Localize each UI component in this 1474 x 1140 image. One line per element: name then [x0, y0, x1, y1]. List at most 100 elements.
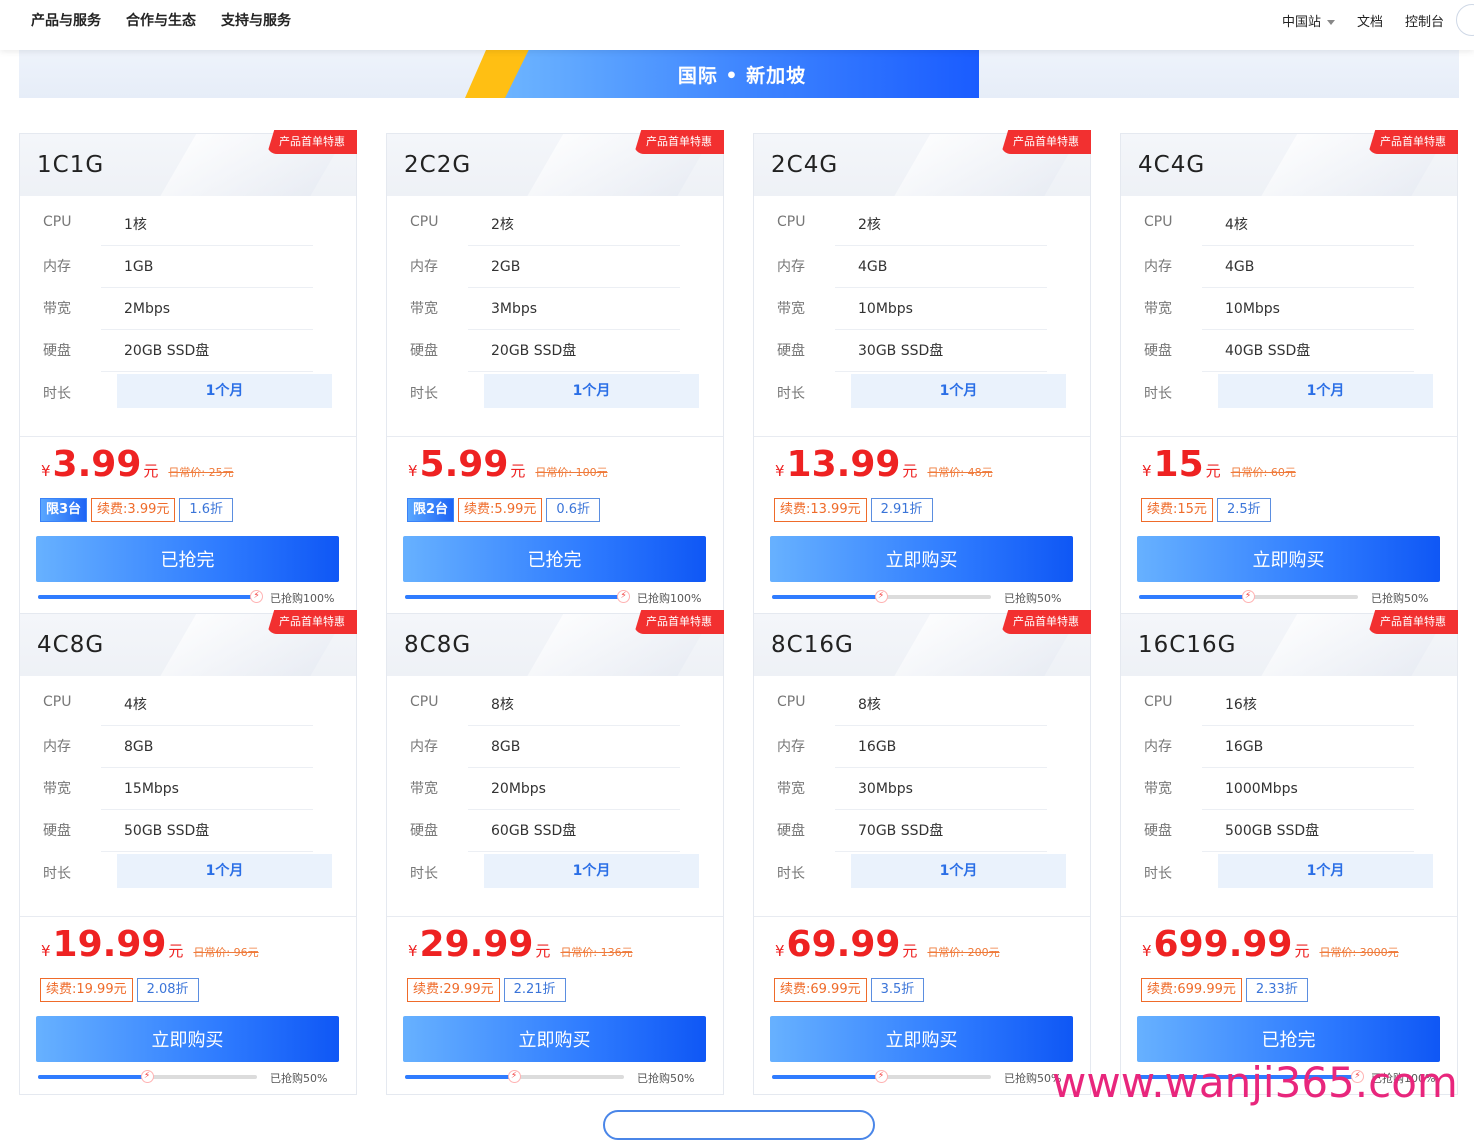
currency-symbol: ¥	[408, 942, 418, 960]
price: ¥699.99 元日常价: 3000元	[1142, 924, 1399, 968]
spec-row-duration: 时长 1个月	[410, 374, 700, 416]
sales-progress-bar: ⚡	[38, 590, 263, 603]
price: ¥29.99 元日常价: 136元	[408, 924, 633, 968]
spec-label: CPU	[43, 694, 72, 710]
price-value: 29.99	[419, 924, 534, 965]
spec-label: 时长	[43, 386, 71, 402]
spec-row-duration: 时长 1个月	[43, 374, 333, 416]
spec-label: 时长	[410, 866, 438, 882]
spec-row-cpu: CPU 2核	[410, 204, 700, 246]
price-unit: 元	[535, 942, 551, 960]
region-tab-singapore[interactable]: 国际 • 新加坡	[505, 50, 979, 98]
buy-button[interactable]: 已抢完	[1137, 1016, 1440, 1062]
buy-button[interactable]: 立即购买	[36, 1016, 339, 1062]
spec-value: 4核	[1202, 204, 1414, 246]
duration-option[interactable]: 1个月	[851, 374, 1066, 408]
discount-tag: 0.6折	[546, 498, 601, 522]
tag-row: 续费:15元 2.5折	[1141, 498, 1271, 522]
console-link[interactable]: 控制台	[1405, 11, 1444, 30]
buy-button[interactable]: 立即购买	[770, 1016, 1073, 1062]
spec-label: 内存	[410, 259, 438, 275]
spec-value: 2GB	[468, 246, 680, 288]
tag-row: 续费:699.99元 2.33折	[1141, 978, 1308, 1002]
currency-symbol: ¥	[41, 942, 51, 960]
spec-row-memory: 内存 8GB	[43, 726, 333, 768]
renewal-tag: 续费:699.99元	[1141, 978, 1242, 1002]
spec-label: 硬盘	[1144, 823, 1172, 839]
divider	[20, 916, 356, 917]
nav-support[interactable]: 支持与服务	[221, 10, 291, 30]
price-unit: 元	[902, 462, 918, 480]
spec-label: 时长	[1144, 866, 1172, 882]
discount-tag: 1.6折	[179, 498, 234, 522]
original-price: 日常价: 200元	[927, 946, 1000, 959]
sales-progress-bar: ⚡	[772, 1070, 991, 1083]
buy-button[interactable]: 已抢完	[403, 536, 706, 582]
spec-value: 50GB SSD盘	[101, 810, 313, 852]
buy-button[interactable]: 立即购买	[403, 1016, 706, 1062]
divider	[1121, 916, 1457, 917]
limit-tag: 限2台	[407, 498, 455, 522]
spec-label: 带宽	[410, 781, 438, 797]
duration-option[interactable]: 1个月	[484, 854, 699, 888]
divider	[387, 436, 723, 437]
spec-value: 1GB	[101, 246, 313, 288]
buy-button[interactable]: 立即购买	[770, 536, 1073, 582]
buy-button[interactable]: 已抢完	[36, 536, 339, 582]
utility-nav: 中国站 文档 控制台	[1282, 0, 1444, 40]
lightning-icon: ⚡	[874, 1070, 888, 1083]
spec-label: 硬盘	[1144, 343, 1172, 359]
user-avatar[interactable]	[1456, 4, 1474, 36]
tag-row: 限3台 续费:3.99元 1.6折	[40, 498, 234, 522]
more-button[interactable]	[603, 1110, 875, 1140]
renewal-tag: 续费:19.99元	[40, 978, 133, 1002]
spec-value: 8GB	[101, 726, 313, 768]
duration-option[interactable]: 1个月	[851, 854, 1066, 888]
price-unit: 元	[168, 942, 184, 960]
nav-products[interactable]: 产品与服务	[31, 10, 101, 30]
first-order-badge: 产品首单特惠	[634, 130, 724, 154]
duration-option[interactable]: 1个月	[1218, 854, 1433, 888]
lightning-icon: ⚡	[617, 590, 630, 603]
duration-option[interactable]: 1个月	[117, 374, 332, 408]
price: ¥19.99 元日常价: 96元	[41, 924, 259, 968]
product-card: 16C16G 产品首单特惠 CPU 16核 内存 16GB 带宽 1000Mbps 硬盘 500G…	[1120, 610, 1458, 1095]
duration-option[interactable]: 1个月	[117, 854, 332, 888]
spec-row-disk: 硬盘 40GB SSD盘	[1144, 330, 1434, 372]
spec-row-duration: 时长 1个月	[410, 854, 700, 896]
spec-label: CPU	[43, 214, 72, 230]
spec-value: 60GB SSD盘	[468, 810, 680, 852]
product-card: 2C2G 产品首单特惠 CPU 2核 内存 2GB 带宽 3Mbps 硬盘 20GB SSD盘 时长…	[386, 130, 724, 615]
spec-row-memory: 内存 4GB	[1144, 246, 1434, 288]
spec-value: 10Mbps	[835, 288, 1047, 330]
spec-value: 2Mbps	[101, 288, 313, 330]
original-price: 日常价: 48元	[927, 466, 993, 479]
nav-partners[interactable]: 合作与生态	[126, 10, 196, 30]
card-title: 2C2G	[404, 152, 472, 178]
divider	[20, 436, 356, 437]
region-select[interactable]: 中国站	[1282, 11, 1335, 30]
duration-option[interactable]: 1个月	[1218, 374, 1433, 408]
spec-label: 带宽	[1144, 301, 1172, 317]
price-value: 5.99	[419, 444, 509, 485]
spec-value: 40GB SSD盘	[1202, 330, 1414, 372]
buy-button[interactable]: 立即购买	[1137, 536, 1440, 582]
spec-row-memory: 内存 1GB	[43, 246, 333, 288]
first-order-badge: 产品首单特惠	[267, 130, 357, 154]
tag-row: 续费:29.99元 2.21折	[407, 978, 566, 1002]
spec-value: 2核	[835, 204, 1047, 246]
renewal-tag: 续费:29.99元	[407, 978, 500, 1002]
currency-symbol: ¥	[1142, 942, 1152, 960]
spec-label: 内存	[1144, 739, 1172, 755]
currency-symbol: ¥	[775, 942, 785, 960]
sales-progress-bar: ⚡	[38, 1070, 257, 1083]
sold-percentage: 已抢购100%	[270, 592, 335, 605]
spec-row-memory: 内存 8GB	[410, 726, 700, 768]
duration-option[interactable]: 1个月	[484, 374, 699, 408]
discount-tag: 2.5折	[1216, 498, 1271, 522]
spec-value: 70GB SSD盘	[835, 810, 1047, 852]
spec-value: 30GB SSD盘	[835, 330, 1047, 372]
card-title: 2C4G	[771, 152, 839, 178]
spec-label: 内存	[777, 739, 805, 755]
docs-link[interactable]: 文档	[1357, 11, 1383, 30]
